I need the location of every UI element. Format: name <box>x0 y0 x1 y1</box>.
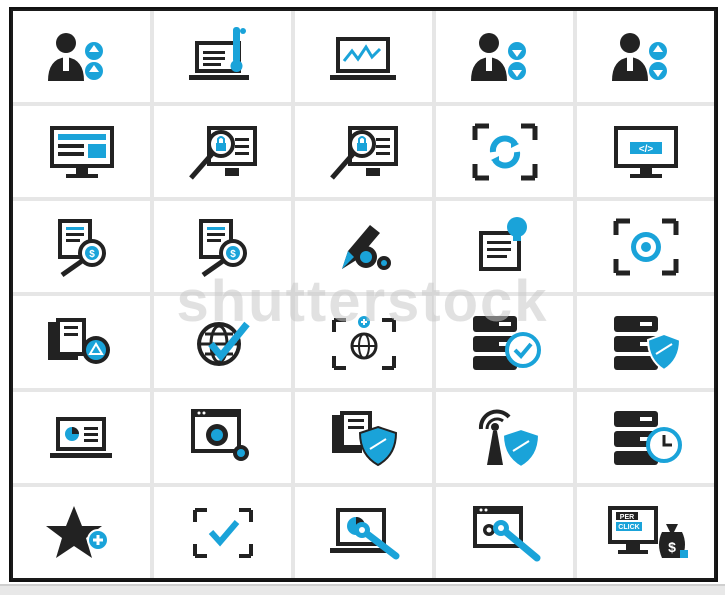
grid-cell <box>13 296 150 388</box>
grid-cell <box>295 11 432 103</box>
browser-gear-icon <box>190 409 249 462</box>
document-idea-icon <box>478 216 527 271</box>
grid-cell <box>577 11 714 103</box>
grid-cell <box>436 11 573 103</box>
grid-cell <box>436 296 573 388</box>
monitor-security-search-icon <box>329 125 398 180</box>
grid-cell <box>154 391 291 483</box>
laptop-chart-icon <box>49 417 112 459</box>
grid-cell <box>295 106 432 198</box>
dollar-label: $ <box>89 249 95 260</box>
monitor-security-search-icon <box>188 125 257 180</box>
grid-cell <box>436 486 573 578</box>
grid-cell <box>154 486 291 578</box>
grid-cell <box>436 201 573 293</box>
grid-cell <box>295 201 432 293</box>
pencil-gear-icon <box>341 224 391 270</box>
grid-cell <box>577 296 714 388</box>
documents-recycle-icon <box>47 318 110 365</box>
grid-cell: $ <box>154 201 291 293</box>
monitor-code-icon: </> <box>613 125 678 178</box>
grid-cell <box>577 391 714 483</box>
laptop-analytics-icon <box>329 36 396 80</box>
grid-cell <box>154 296 291 388</box>
grid-cell <box>13 11 150 103</box>
grid-cell: $ <box>13 201 150 293</box>
grid-cell <box>13 486 150 578</box>
grid-cell: PER CLICK $ <box>577 486 714 578</box>
target-focus-icon <box>613 218 678 276</box>
globe-focus-icon <box>331 316 396 371</box>
click-label: CLICK <box>618 524 639 531</box>
grid-cell <box>13 391 150 483</box>
antenna-shield-icon <box>478 409 540 469</box>
pay-per-click-icon: PER CLICK $ <box>607 506 688 559</box>
grid-cell <box>154 106 291 198</box>
server-shield-icon <box>613 316 681 372</box>
laptop-wrench-icon <box>329 508 399 560</box>
code-label: </> <box>638 144 653 155</box>
icon-grid-frame: </> $ $ PER CLICK $ <box>9 7 718 582</box>
grid-cell <box>577 201 714 293</box>
focus-check-icon <box>192 508 253 559</box>
icon-grid: </> $ $ PER CLICK $ <box>13 11 714 578</box>
document-money-search-icon: $ <box>198 218 247 277</box>
server-clock-icon <box>613 411 682 466</box>
monitor-dashboard-icon <box>49 125 114 178</box>
server-check-icon <box>472 316 541 371</box>
grid-cell <box>436 106 573 198</box>
laptop-thermometer-icon <box>188 26 249 80</box>
per-label: PER <box>619 514 633 521</box>
grid-cell <box>436 391 573 483</box>
browser-wrench-icon <box>472 506 540 562</box>
documents-shield-icon <box>331 411 397 467</box>
grid-cell <box>295 391 432 483</box>
grid-cell <box>295 296 432 388</box>
dollar-label: $ <box>668 539 676 555</box>
dollar-label: $ <box>230 249 236 260</box>
user-download-icon <box>470 32 526 81</box>
document-money-search-icon: $ <box>57 218 106 277</box>
bottom-bar <box>0 586 725 595</box>
user-upload-icon <box>47 32 103 81</box>
user-download-icon <box>611 32 667 81</box>
grid-cell: </> <box>577 106 714 198</box>
globe-check-icon <box>196 321 250 367</box>
star-add-icon <box>45 506 109 559</box>
screen-refresh-icon <box>472 123 537 181</box>
grid-cell <box>295 486 432 578</box>
grid-cell <box>13 106 150 198</box>
grid-cell <box>154 11 291 103</box>
